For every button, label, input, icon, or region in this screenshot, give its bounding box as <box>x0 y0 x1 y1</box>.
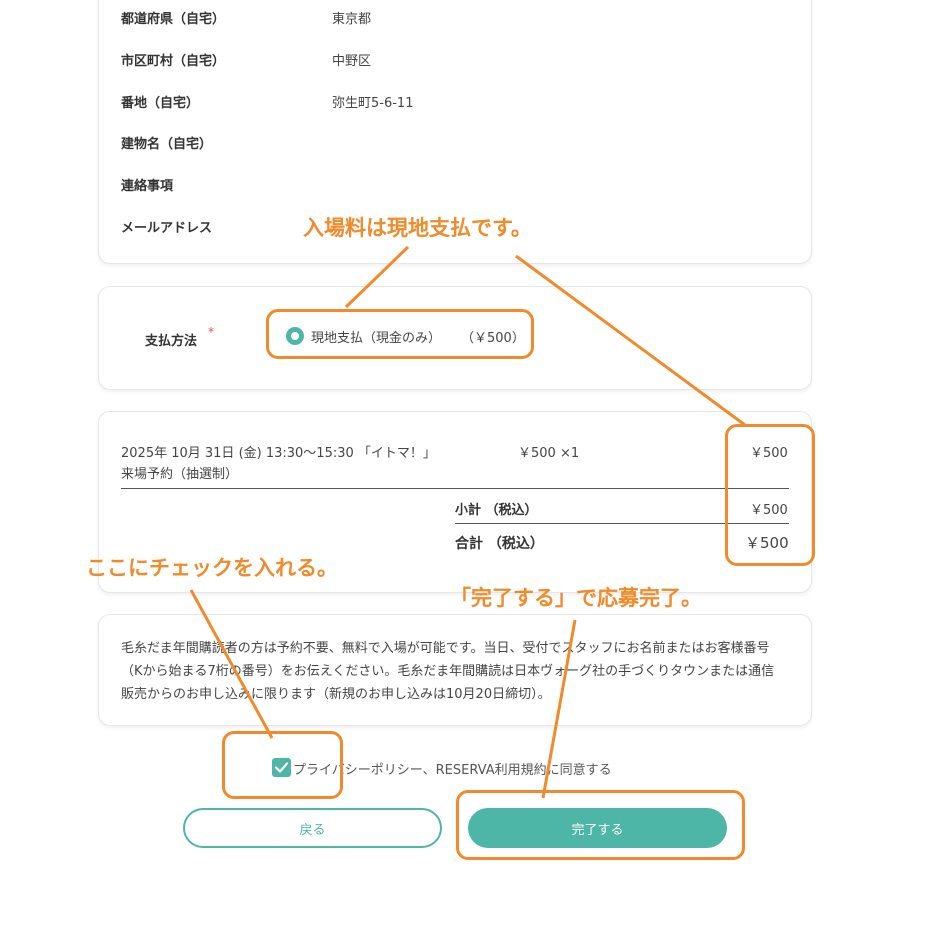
notes-label: 連絡事項 <box>121 179 174 194</box>
street-value: 弥生町5-6-11 <box>332 96 414 111</box>
order-item-title: 2025年 10月 31日 (金) 13:30〜15:30 「イトマ！」 <box>121 446 436 461</box>
street-label: 番地（自宅） <box>121 96 200 111</box>
back-button[interactable]: 戻る <box>183 808 442 848</box>
city-label: 市区町村（自宅） <box>121 54 226 69</box>
payment-option-highlight <box>266 309 534 359</box>
prefecture-value: 東京都 <box>332 12 372 27</box>
annotation-check-here: ここにチェックを入れる。 <box>86 556 338 580</box>
price-highlight <box>725 424 815 566</box>
total-label: 合計 （税込） <box>455 536 544 552</box>
email-label: メールアドレス <box>121 221 213 236</box>
payment-method-label: 支払方法 <box>145 334 198 349</box>
order-item-subtitle: 来場予約（抽選制） <box>121 467 239 482</box>
checkbox-highlight <box>222 731 343 799</box>
notice-text: 毛糸だま年間購読者の方は予約不要、無料で入場が可能です。当日、受付でスタッフにお… <box>121 641 775 702</box>
order-divider <box>121 488 789 489</box>
building-label: 建物名（自宅） <box>121 137 213 152</box>
annotation-complete-apply: 「完了する」で応募完了。 <box>450 586 702 610</box>
annotation-onsite-payment: 入場料は現地支払です。 <box>303 216 532 240</box>
required-mark: * <box>208 325 214 339</box>
subtotal-label: 小計 （税込） <box>455 503 538 518</box>
order-unit-qty: ￥500 ×1 <box>518 446 580 461</box>
city-value: 中野区 <box>332 54 372 69</box>
complete-button-highlight <box>456 790 745 860</box>
prefecture-label: 都道府県（自宅） <box>121 12 226 27</box>
